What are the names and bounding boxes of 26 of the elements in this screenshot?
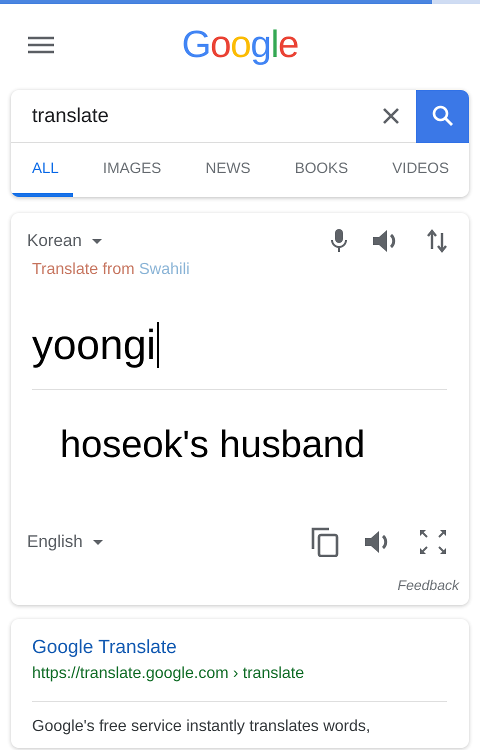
google-logo: Google xyxy=(182,24,298,67)
tab[interactable]: IMAGES xyxy=(82,143,176,197)
swap-icon[interactable] xyxy=(427,229,447,253)
tab[interactable]: NEWS xyxy=(184,143,264,197)
caret-icon xyxy=(92,540,103,544)
language-dropdown[interactable]: Korean xyxy=(27,231,102,251)
language-suggestion[interactable]: Translate from Swahili xyxy=(32,261,190,279)
caret-icon xyxy=(92,238,102,244)
search-button[interactable] xyxy=(416,90,469,142)
tab[interactable]: VIDEOS xyxy=(371,143,463,197)
result-snippet: Google's free service instantly translates words, xyxy=(32,718,372,736)
search-field[interactable]: translate xyxy=(11,96,383,136)
translation-text: hoseok's husband xyxy=(60,424,366,467)
microphone-icon[interactable] xyxy=(331,229,347,253)
result-url: https://translate.google.com › translate xyxy=(32,665,304,683)
menu-icon[interactable] xyxy=(28,36,54,54)
close-icon[interactable] xyxy=(383,108,399,124)
tab[interactable]: ALL xyxy=(11,143,73,197)
fullscreen-icon[interactable] xyxy=(419,529,447,555)
feedback-link[interactable]: Feedback xyxy=(398,577,459,593)
search-icon xyxy=(430,104,454,128)
copy-icon[interactable] xyxy=(311,527,339,557)
language-dropdown[interactable]: English xyxy=(27,532,103,552)
tab[interactable]: BOOKS xyxy=(274,143,362,197)
result-title-link[interactable]: Google Translate xyxy=(32,637,177,659)
source-text-field[interactable]: yoongi xyxy=(32,321,159,369)
